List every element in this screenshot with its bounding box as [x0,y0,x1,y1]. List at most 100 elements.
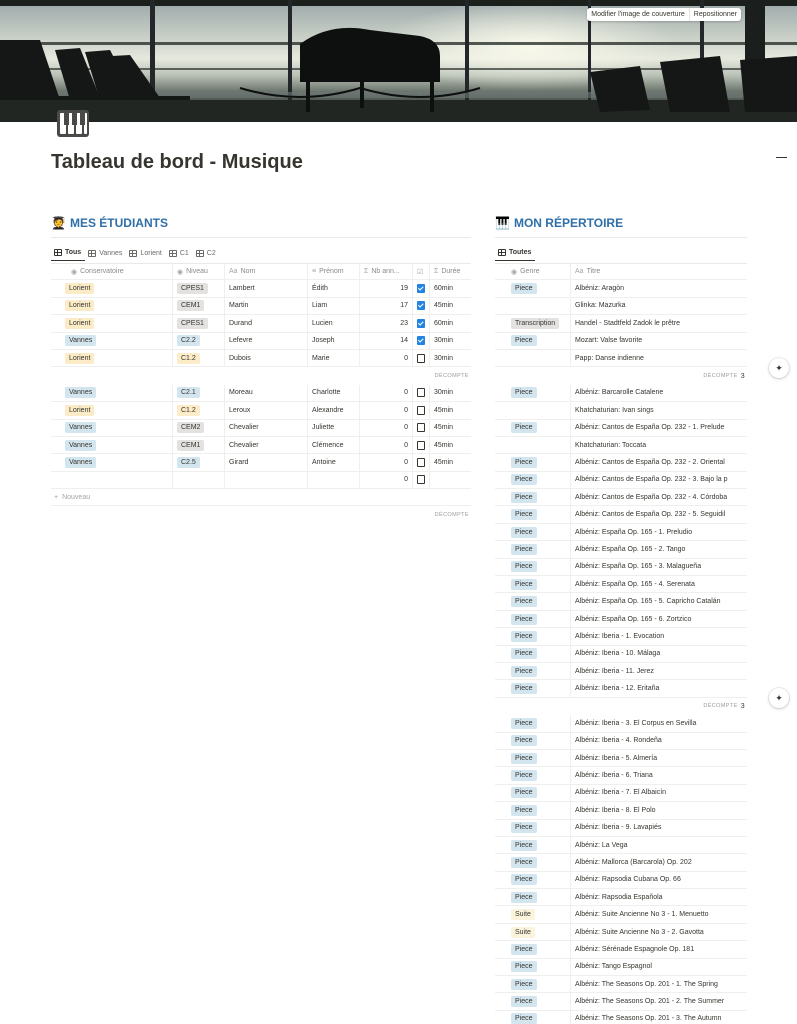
repertoire-col-header[interactable]: Aa Titre [571,264,747,279]
count-footer[interactable]: DÉCOMPTE [51,367,471,384]
repertoire-row[interactable]: Piece Albéniz: Iberia - 11. Jerez [495,662,747,681]
repertoire-row[interactable]: Piece Albéniz: España Op. 165 - 2. Tango [495,541,747,559]
repertoire-row[interactable]: Piece Albéniz: Iberia - 4. Rondeña [495,732,747,750]
students-tab-4[interactable]: C2 [193,249,220,261]
repertoire-row[interactable]: Piece Albéniz: Aragòn [495,280,747,298]
checkbox[interactable] [417,353,425,363]
repertoire-row[interactable]: Piece Albéniz: Iberia - 3. El Corpus en S… [495,715,747,733]
students-col-header[interactable]: ≡ Prénom [308,264,360,280]
checkbox-cell[interactable] [413,384,430,402]
student-row[interactable]: Vannes C2.5 Girard Antoine 0 45min [51,454,471,472]
checkbox[interactable] [417,336,425,346]
checkbox-cell[interactable] [413,436,430,454]
repertoire-row[interactable]: Piece Albéniz: Iberia - 7. El Albaicín [495,784,747,803]
students-col-header[interactable]: ◉ Niveau [173,264,225,280]
repertoire-row[interactable]: Khatchaturian: Toccata [495,436,747,455]
repertoire-row[interactable]: Papp: Danse indienne [495,349,747,368]
repertoire-row[interactable]: Piece Albéniz: Cantos de España Op. 232 -… [495,506,747,524]
students-tab-1[interactable]: Vannes [85,249,126,261]
repertoire-row[interactable]: Glinka: Mazurka [495,297,747,316]
student-row[interactable]: Lorient CEM1 Martin Liam 17 45min [51,297,471,316]
repertoire-row[interactable]: Piece Albéniz: Cantos de España Op. 232 -… [495,489,747,507]
repertoire-row[interactable]: Piece Albéniz: Mallorca (Barcarola) Op. 2… [495,854,747,872]
student-row[interactable]: Lorient CPES1 Durand Lucien 23 60min [51,315,471,333]
checkbox-cell[interactable] [413,297,430,315]
student-row[interactable]: Lorient C1.2 Leroux Alexandre 0 45min [51,402,471,420]
students-tab-3[interactable]: C1 [166,249,193,261]
count-footer[interactable]: DÉCOMPTE [51,506,471,523]
repertoire-row[interactable]: Piece Albéniz: Cantos de España Op. 232 -… [495,471,747,490]
change-cover-button[interactable]: Modifier l'image de couverture [587,8,689,21]
repertoire-row[interactable]: Piece Albéniz: Tango Espagnol [495,958,747,977]
ai-sparkle-button-2[interactable]: ✦ [769,688,789,708]
repertoire-row[interactable]: Piece Albéniz: Iberia - 1. Evocation [495,628,747,646]
checkbox[interactable] [417,318,425,328]
students-col-header[interactable]: Σ Durée [430,264,471,279]
checkbox[interactable] [417,405,425,415]
repertoire-row[interactable]: Piece Albéniz: España Op. 165 - 3. Malagu… [495,558,747,577]
count-footer[interactable]: DÉCOMPTE 3 [495,367,747,384]
students-tab-2[interactable]: Lorient [126,249,165,261]
count-footer[interactable]: DÉCOMPTE 3 [495,698,747,715]
checkbox-cell[interactable] [413,402,430,419]
repertoire-row[interactable]: Piece Albéniz: Iberia - 12. Eritaña [495,680,747,698]
repertoire-row[interactable]: Khatchaturian: Ivan sings [495,402,747,420]
repertoire-row[interactable]: Piece Albéniz: Iberia - 10. Málaga [495,645,747,663]
repertoire-row[interactable]: Piece Albéniz: Iberia - 5. Almería [495,749,747,768]
students-tab-0[interactable]: Tous [51,249,86,261]
repertoire-row[interactable]: Piece Albéniz: España Op. 165 - 4. Serena… [495,576,747,594]
checkbox[interactable] [417,284,425,294]
student-row[interactable]: Vannes CEM1 Chevalier Clémence 0 45min [51,436,471,455]
student-row[interactable]: Vannes CEM2 Chevalier Juliette 0 45min [51,419,471,437]
checkbox-cell[interactable] [413,280,430,297]
repertoire-row[interactable]: Piece Albéniz: España Op. 165 - 1. Prelud… [495,523,747,542]
checkbox[interactable] [417,440,425,450]
repertoire-row[interactable]: Piece Albéniz: Iberia - 9. Lavapiés [495,819,747,837]
repertoire-row[interactable]: Suite Albéniz: Suite Ancienne No 3 - 1. M… [495,906,747,924]
repertoire-row[interactable]: Piece Albéniz: España Op. 165 - 6. Zortzi… [495,610,747,629]
repertoire-row[interactable]: Piece Albéniz: Rapsodia Cubana Op. 66 [495,871,747,890]
repertoire-row[interactable]: Piece Albéniz: Rapsodia Española [495,889,747,907]
checkbox[interactable] [417,457,425,467]
repertoire-row[interactable]: Piece Albéniz: La Vega [495,836,747,855]
repertoire-row[interactable]: Piece Albéniz: Cantos de España Op. 232 -… [495,419,747,437]
repertoire-row[interactable]: Piece Albéniz: Sérénade Espagnole Op. 181 [495,941,747,959]
repertoire-tab-0[interactable]: Toutes [495,249,536,261]
students-col-header[interactable]: ◉ Conservatoire [51,264,173,280]
new-row-button[interactable]: + Nouveau [51,489,471,507]
student-row[interactable]: 0 [51,471,471,490]
student-row[interactable]: Lorient C1.2 Dubois Marie 0 30min [51,349,471,368]
students-col-header[interactable]: ☑ [413,264,430,280]
repertoire-row[interactable]: Piece Albéniz: España Op. 165 - 5. Capric… [495,593,747,611]
repertoire-row[interactable]: Suite Albéniz: Suite Ancienne No 3 - 2. G… [495,923,747,942]
checkbox-cell[interactable] [413,349,430,367]
repertoire-row[interactable]: Piece Albéniz: Iberia - 6. Triana [495,767,747,785]
repertoire-row[interactable]: Piece Albéniz: The Seasons Op. 201 - 1. T… [495,976,747,994]
checkbox-cell[interactable] [413,315,430,332]
checkbox[interactable] [417,423,425,433]
repertoire-row[interactable]: Transcription Handel - Stadtfeld Zadok le… [495,315,747,333]
piano-keys-icon[interactable] [56,104,90,138]
students-col-header[interactable]: Σ Nb ann... [360,264,413,280]
checkbox-cell[interactable] [413,471,430,489]
checkbox-cell[interactable] [413,332,430,349]
checkbox-cell[interactable] [413,454,430,471]
repertoire-row[interactable]: Piece Albéniz: The Seasons Op. 201 - 3. T… [495,1010,747,1024]
repertoire-row[interactable]: Piece Albéniz: Iberia - 8. El Polo [495,802,747,820]
repertoire-row[interactable]: Piece Albéniz: Barcarolle Catalene [495,384,747,403]
ai-sparkle-button[interactable]: ✦ [769,358,789,378]
checkbox-cell[interactable] [413,419,430,436]
reposition-cover-button[interactable]: Repositionner [688,8,741,21]
student-row[interactable]: Vannes C2.1 Moreau Charlotte 0 30min [51,384,471,403]
checkbox[interactable] [417,301,425,311]
repertoire-col-header[interactable]: ◉ Genre [495,264,571,280]
checkbox[interactable] [417,475,425,485]
checkbox[interactable] [417,388,425,398]
repertoire-row[interactable]: Piece Albéniz: Cantos de España Op. 232 -… [495,454,747,472]
student-row[interactable]: Vannes C2.2 Lefevre Joseph 14 30min [51,332,471,350]
page-options-icon[interactable] [776,157,787,158]
repertoire-row[interactable]: Piece Mozart: Valse favorite [495,332,747,350]
student-row[interactable]: Lorient CPES1 Lambert Édith 19 60min [51,280,471,298]
students-col-header[interactable]: Aa Nom [225,264,308,280]
repertoire-row[interactable]: Piece Albéniz: The Seasons Op. 201 - 2. T… [495,993,747,1011]
